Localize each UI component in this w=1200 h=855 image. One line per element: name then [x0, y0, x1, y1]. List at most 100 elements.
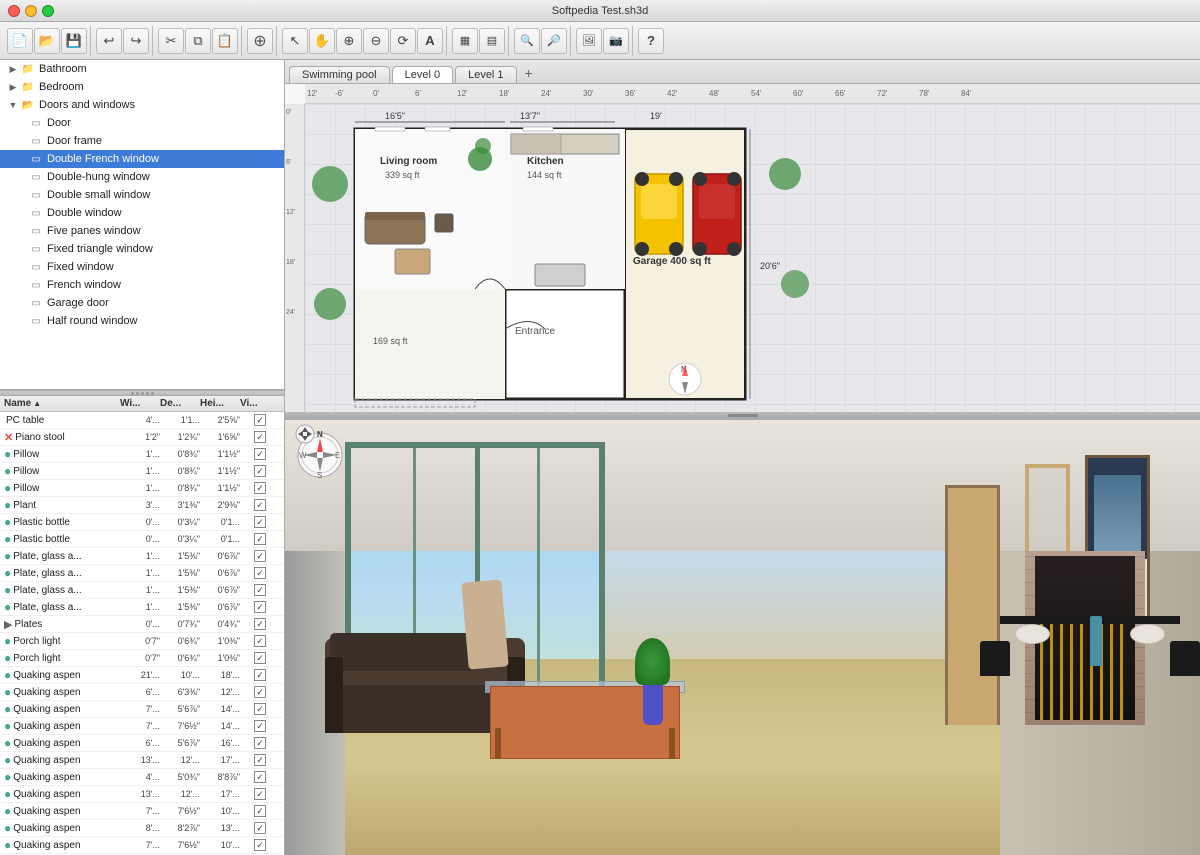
video-render-icon[interactable]: 📷: [603, 28, 629, 54]
checkbox-2[interactable]: ✓: [254, 448, 266, 460]
checkbox-11[interactable]: ✓: [254, 601, 266, 613]
3d-view[interactable]: N S W E: [285, 420, 1200, 855]
add-tab-button[interactable]: +: [519, 63, 539, 83]
col-name[interactable]: Name ▲: [4, 398, 120, 409]
expander-doors-windows[interactable]: ▼: [6, 100, 20, 110]
select-icon[interactable]: ↖: [282, 28, 308, 54]
tree-item-bathroom[interactable]: ▶ 📁 Bathroom: [0, 60, 284, 78]
prop-row-25[interactable]: ●Quaking aspen 7'... 7'6½" 10'... ✓: [0, 837, 284, 854]
prop-row-1[interactable]: ✕Piano stool 1'2" 1'2¾" 1'6⅝" ✓: [0, 429, 284, 446]
visible-cell-3[interactable]: ✓: [240, 465, 280, 477]
visible-cell-7[interactable]: ✓: [240, 533, 280, 545]
paste-icon[interactable]: 📋: [212, 28, 238, 54]
checkbox-6[interactable]: ✓: [254, 516, 266, 528]
checkbox-19[interactable]: ✓: [254, 737, 266, 749]
tree-item-double-hung-window[interactable]: ▭ Double-hung window: [0, 168, 284, 186]
visible-cell-1[interactable]: ✓: [240, 431, 280, 443]
open-icon[interactable]: 📂: [34, 28, 60, 54]
checkbox-21[interactable]: ✓: [254, 771, 266, 783]
visible-cell-19[interactable]: ✓: [240, 737, 280, 749]
checkbox-4[interactable]: ✓: [254, 482, 266, 494]
checkbox-14[interactable]: ✓: [254, 652, 266, 664]
visible-cell-8[interactable]: ✓: [240, 550, 280, 562]
checkbox-22[interactable]: ✓: [254, 788, 266, 800]
visible-cell-25[interactable]: ✓: [240, 839, 280, 851]
photo-render-icon[interactable]: 🖼: [576, 28, 602, 54]
checkbox-12[interactable]: ✓: [254, 618, 266, 630]
expander-bathroom[interactable]: ▶: [6, 64, 20, 75]
prop-row-11[interactable]: ●Plate, glass a... 1'... 1'5⅜" 0'6⅞" ✓: [0, 599, 284, 616]
checkbox-17[interactable]: ✓: [254, 703, 266, 715]
pan-icon[interactable]: ✋: [309, 28, 335, 54]
prop-row-3[interactable]: ●Pillow 1'... 0'8¾" 1'1½" ✓: [0, 463, 284, 480]
visible-cell-21[interactable]: ✓: [240, 771, 280, 783]
save-icon[interactable]: 💾: [61, 28, 87, 54]
prop-row-17[interactable]: ●Quaking aspen 7'... 5'6⅞" 14'... ✓: [0, 701, 284, 718]
tree-item-fixed-window[interactable]: ▭ Fixed window: [0, 258, 284, 276]
visible-cell-5[interactable]: ✓: [240, 499, 280, 511]
prop-row-15[interactable]: ●Quaking aspen 21'... 10'... 18'... ✓: [0, 667, 284, 684]
floor-plan-canvas[interactable]: 12' -6' 0' 6' 12' 18' 24' 30' 36' 42' 48…: [285, 84, 1200, 418]
prop-row-24[interactable]: ●Quaking aspen 8'... 8'2⅞" 13'... ✓: [0, 820, 284, 837]
prop-row-13[interactable]: ●Porch light 0'7" 0'6¾" 1'0⅜" ✓: [0, 633, 284, 650]
close-button[interactable]: [8, 5, 20, 17]
prop-row-19[interactable]: ●Quaking aspen 6'... 5'6⅞" 16'... ✓: [0, 735, 284, 752]
tab-level-1[interactable]: Level 1: [455, 66, 516, 83]
redo-icon[interactable]: ↪: [123, 28, 149, 54]
visible-cell-20[interactable]: ✓: [240, 754, 280, 766]
tree-item-half-round-window[interactable]: ▭ Half round window: [0, 312, 284, 330]
visible-cell-0[interactable]: ✓: [240, 414, 280, 426]
prop-row-5[interactable]: ●Plant 3'... 3'1⅜" 2'9⅜" ✓: [0, 497, 284, 514]
help-icon[interactable]: ?: [638, 28, 664, 54]
visible-cell-12[interactable]: ✓: [240, 618, 280, 630]
prop-row-18[interactable]: ●Quaking aspen 7'... 7'6½" 14'... ✓: [0, 718, 284, 735]
zoom-out-icon[interactable]: 🔎: [541, 28, 567, 54]
prop-row-9[interactable]: ●Plate, glass a... 1'... 1'5⅜" 0'6⅞" ✓: [0, 565, 284, 582]
visible-cell-23[interactable]: ✓: [240, 805, 280, 817]
prop-row-14[interactable]: ●Porch light 0'7" 0'6¾" 1'0⅜" ✓: [0, 650, 284, 667]
visible-cell-6[interactable]: ✓: [240, 516, 280, 528]
tree-item-door[interactable]: ▭ Door: [0, 114, 284, 132]
visible-cell-17[interactable]: ✓: [240, 703, 280, 715]
checkbox-5[interactable]: ✓: [254, 499, 266, 511]
prop-row-0[interactable]: PC table 4'... 1'1... 2'5⅝" ✓: [0, 412, 284, 429]
checkbox-16[interactable]: ✓: [254, 686, 266, 698]
prop-row-2[interactable]: ●Pillow 1'... 0'8¾" 1'1½" ✓: [0, 446, 284, 463]
checkbox-0[interactable]: ✓: [254, 414, 266, 426]
checkbox-9[interactable]: ✓: [254, 567, 266, 579]
text-icon[interactable]: A: [417, 28, 443, 54]
visible-cell-22[interactable]: ✓: [240, 788, 280, 800]
checkbox-23[interactable]: ✓: [254, 805, 266, 817]
minimize-button[interactable]: [25, 5, 37, 17]
new-icon[interactable]: 📄: [7, 28, 33, 54]
view-resize-arrows[interactable]: [295, 424, 315, 444]
visible-cell-10[interactable]: ✓: [240, 584, 280, 596]
tree-item-double-window[interactable]: ▭ Double window: [0, 204, 284, 222]
undo-icon[interactable]: ↩: [96, 28, 122, 54]
tree-item-door-frame[interactable]: ▭ Door frame: [0, 132, 284, 150]
zoom-minus-icon[interactable]: ⊖: [363, 28, 389, 54]
checkbox-7[interactable]: ✓: [254, 533, 266, 545]
tab-swimming-pool[interactable]: Swimming pool: [289, 66, 390, 83]
col-height[interactable]: Hei...: [200, 398, 240, 409]
checkbox-13[interactable]: ✓: [254, 635, 266, 647]
visible-cell-13[interactable]: ✓: [240, 635, 280, 647]
cut-icon[interactable]: ✂: [158, 28, 184, 54]
prop-row-20[interactable]: ●Quaking aspen 13'... 12'... 17'... ✓: [0, 752, 284, 769]
visible-cell-11[interactable]: ✓: [240, 601, 280, 613]
col-depth[interactable]: De...: [160, 398, 200, 409]
add-item-icon[interactable]: ⊕: [247, 28, 273, 54]
3d-view-icon[interactable]: ▤: [479, 28, 505, 54]
floor-plan-content[interactable]: 16'5" 13'7" 19': [305, 104, 1200, 418]
checkbox-20[interactable]: ✓: [254, 754, 266, 766]
prop-row-21[interactable]: ●Quaking aspen 4'... 5'0¾" 8'8⅞" ✓: [0, 769, 284, 786]
tree-item-five-panes-window[interactable]: ▭ Five panes window: [0, 222, 284, 240]
visible-cell-15[interactable]: ✓: [240, 669, 280, 681]
zoom-in-icon[interactable]: 🔍: [514, 28, 540, 54]
tree-item-double-french-window[interactable]: ▭ Double French window: [0, 150, 284, 168]
checkbox-18[interactable]: ✓: [254, 720, 266, 732]
zoom-plus-icon[interactable]: ⊕: [336, 28, 362, 54]
rotate-icon[interactable]: ⟳: [390, 28, 416, 54]
visible-cell-18[interactable]: ✓: [240, 720, 280, 732]
prop-row-8[interactable]: ●Plate, glass a... 1'... 1'5⅜" 0'6⅞" ✓: [0, 548, 284, 565]
